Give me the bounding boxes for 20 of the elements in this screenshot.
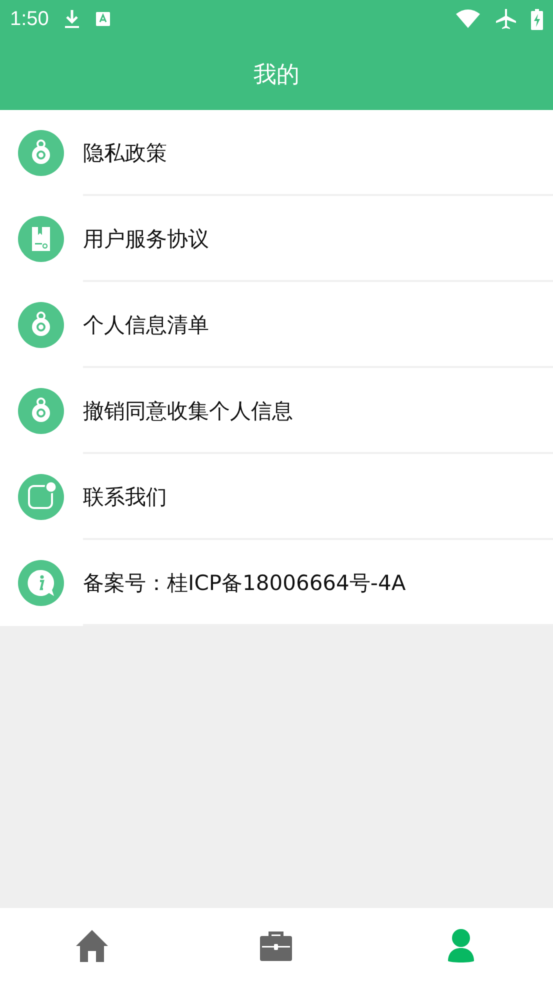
lock-icon: [18, 388, 64, 434]
menu-item[interactable]: 备案号：桂ICP备18006664号-4A: [83, 569, 406, 597]
info-icon: [18, 560, 64, 606]
battery-icon: [531, 8, 543, 30]
menu-item[interactable]: 个人信息清单: [83, 311, 209, 339]
document-icon: [18, 216, 64, 262]
lock-icon: [18, 130, 64, 176]
download-icon: [62, 8, 81, 30]
home-icon: [75, 928, 110, 962]
lock-icon: [18, 302, 64, 348]
briefcase-icon: [259, 928, 294, 962]
contact-icon: [18, 474, 64, 520]
menu-item[interactable]: 撤销同意收集个人信息: [83, 397, 293, 425]
wifi-icon: [455, 8, 481, 30]
menu-item[interactable]: 隐私政策: [83, 139, 167, 167]
menu-item[interactable]: 联系我们: [83, 483, 167, 511]
page-title: 我的: [254, 60, 300, 90]
status-time: 1:50: [10, 8, 49, 30]
airplane-icon: [495, 8, 517, 30]
menu-item[interactable]: 用户服务协议: [83, 225, 209, 253]
